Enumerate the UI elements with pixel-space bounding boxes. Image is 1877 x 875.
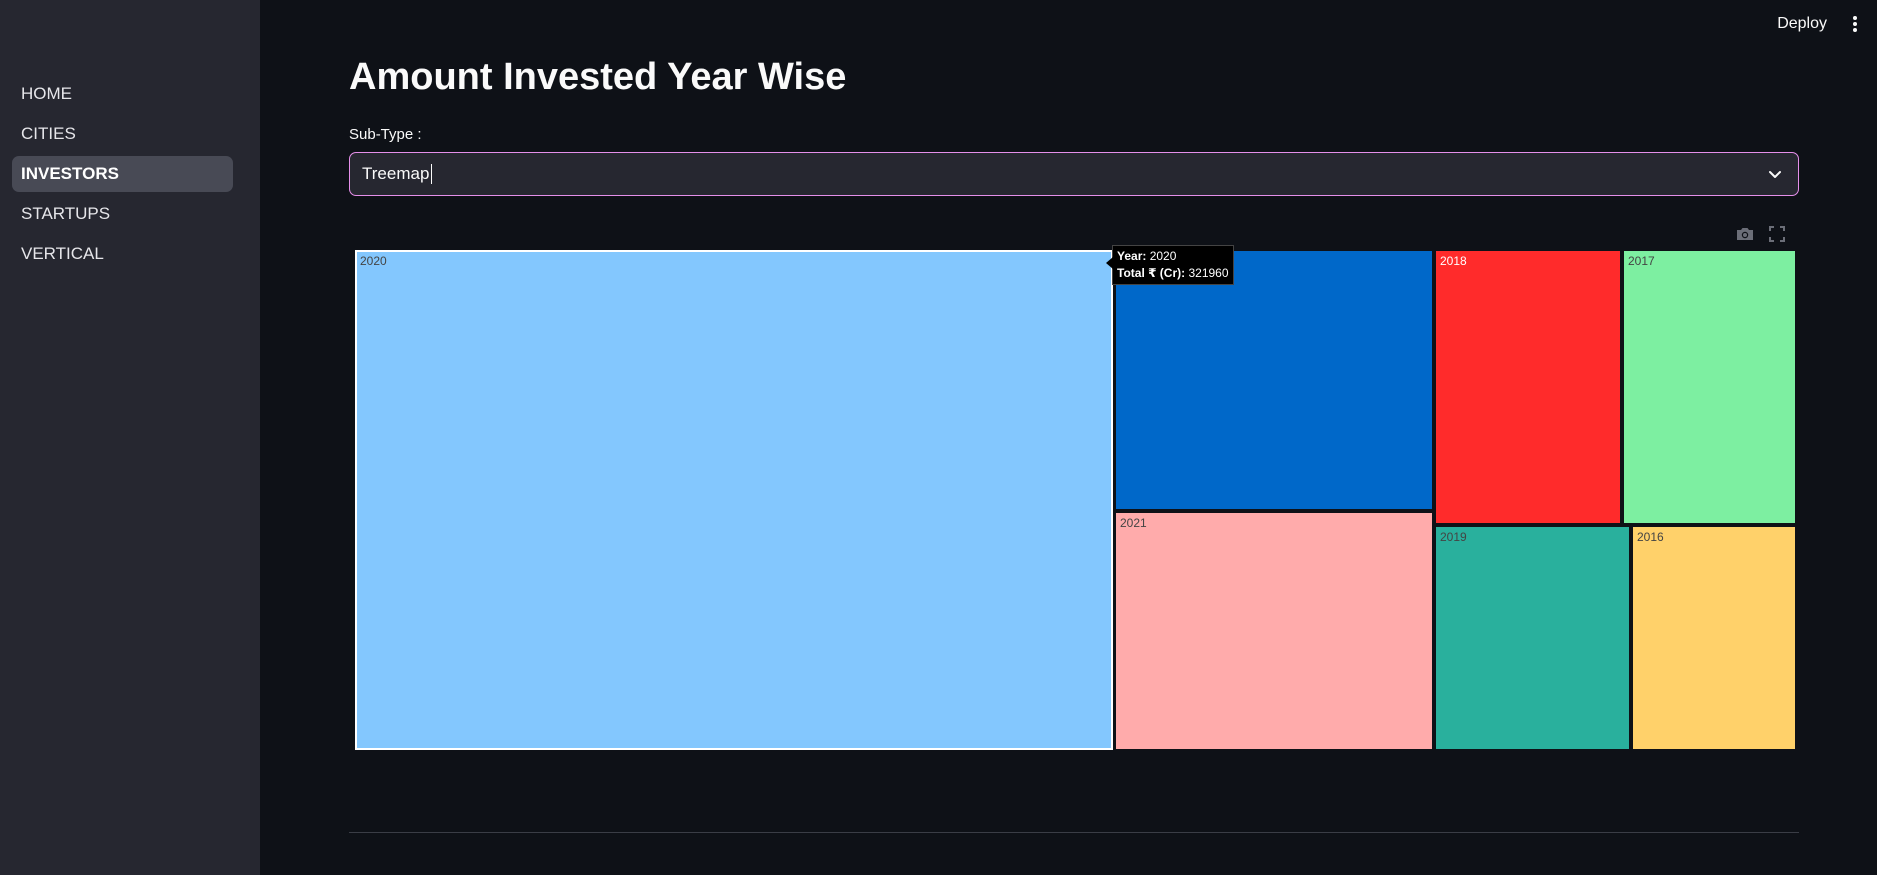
treemap-label-2017: 2017	[1628, 254, 1655, 268]
page-title: Amount Invested Year Wise	[349, 56, 847, 98]
treemap-label-2020: 2020	[360, 254, 387, 268]
treemap-tile-2020[interactable]	[355, 250, 1113, 750]
treemap-label-2018: 2018	[1440, 254, 1467, 268]
deploy-button[interactable]: Deploy	[1777, 15, 1827, 33]
treemap-chart: 2020201520212018201720192016	[355, 250, 1795, 752]
subtype-select-value: Treemap	[362, 164, 430, 183]
sidebar-item-vertical[interactable]: VERTICAL	[12, 236, 233, 272]
chevron-down-icon[interactable]	[1766, 165, 1784, 183]
treemap-tile-2016[interactable]	[1633, 527, 1795, 749]
treemap-label-2016: 2016	[1637, 530, 1664, 544]
subtype-select[interactable]: Treemap	[349, 152, 1799, 196]
sidebar-item-startups[interactable]: STARTUPS	[12, 196, 233, 232]
camera-icon[interactable]	[1735, 226, 1755, 242]
sidebar-item-cities[interactable]: CITIES	[12, 116, 233, 152]
chart-tooltip: Year: 2020 Total ₹ (Cr): 321960	[1106, 245, 1234, 285]
fullscreen-icon[interactable]	[1769, 226, 1785, 242]
tooltip-year-label: Year:	[1117, 249, 1147, 263]
sidebar: HOME CITIES INVESTORS STARTUPS VERTICAL	[0, 0, 260, 875]
treemap-label-2021: 2021	[1120, 516, 1147, 530]
sidebar-item-home[interactable]: HOME	[12, 76, 233, 112]
chart-modebar	[1735, 226, 1785, 242]
treemap-tile-2015[interactable]	[1116, 251, 1432, 509]
treemap-label-2019: 2019	[1440, 530, 1467, 544]
subtype-label: Sub-Type :	[349, 126, 422, 143]
treemap-tile-2017[interactable]	[1624, 251, 1795, 523]
sidebar-nav: HOME CITIES INVESTORS STARTUPS VERTICAL	[12, 76, 233, 276]
kebab-menu-icon[interactable]	[1847, 14, 1863, 34]
tooltip-total-value: 321960	[1188, 266, 1229, 280]
treemap-svg: 2020201520212018201720192016	[355, 250, 1795, 750]
treemap-tile-2021[interactable]	[1116, 513, 1432, 749]
sidebar-item-investors[interactable]: INVESTORS	[12, 156, 233, 192]
app-header: Deploy	[1777, 14, 1863, 34]
tooltip-total-label: Total ₹ (Cr):	[1117, 266, 1186, 280]
text-caret	[431, 164, 433, 184]
treemap-tile-2018[interactable]	[1436, 251, 1620, 523]
tooltip-year-value: 2020	[1149, 249, 1177, 263]
section-divider	[349, 832, 1799, 833]
treemap-tile-2019[interactable]	[1436, 527, 1629, 749]
